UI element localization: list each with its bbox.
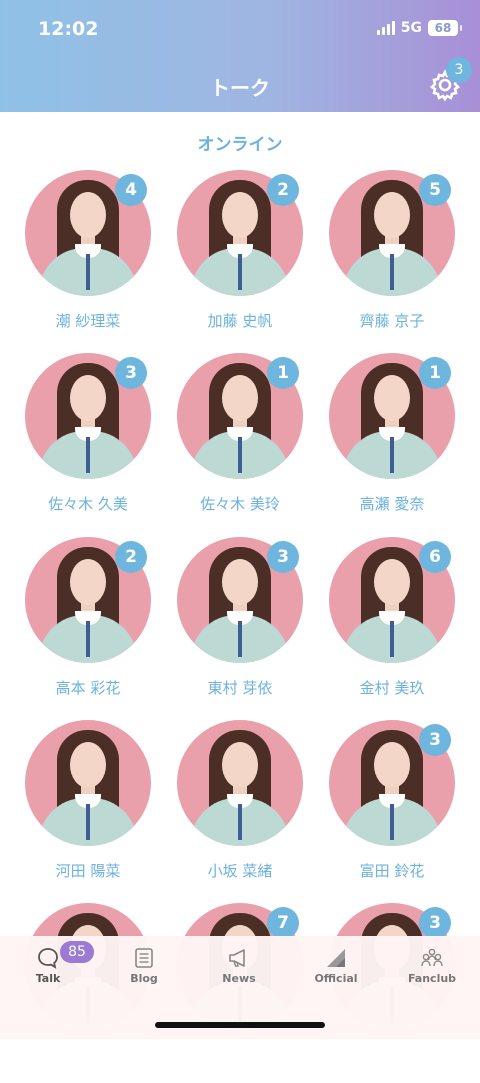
member-item[interactable]: 河田 陽菜 [12, 720, 164, 900]
app-header: 12:02 5G 68 トーク [0, 0, 480, 112]
tab-label: Talk [35, 972, 61, 985]
member-name: 河田 陽菜 [55, 862, 121, 880]
member-name: 齊藤 京子 [359, 312, 425, 330]
member-name: 小坂 菜緒 [207, 862, 273, 880]
people-group-icon [421, 948, 443, 967]
member-item[interactable]: 3 佐々木 久美 [12, 353, 164, 533]
member-name: 金村 美玖 [359, 679, 425, 697]
member-name: 加藤 史帆 [207, 312, 273, 330]
member-avatar [25, 720, 151, 846]
member-avatar [177, 720, 303, 846]
unread-badge: 2 [115, 541, 147, 573]
unread-badge: 1 [419, 357, 451, 389]
tab-news[interactable]: News [199, 936, 279, 996]
member-name: 高瀬 愛奈 [359, 495, 425, 513]
page-title: トーク [210, 76, 270, 100]
tab-label: Blog [130, 972, 158, 985]
tab-fanclub[interactable]: Fanclub [392, 936, 472, 996]
member-item[interactable]: 1 高瀬 愛奈 [316, 353, 468, 533]
member-name: 富田 鈴花 [359, 862, 425, 880]
unread-badge: 1 [267, 357, 299, 389]
tab-label: Fanclub [407, 972, 457, 985]
unread-badge: 3 [419, 724, 451, 756]
home-indicator[interactable] [155, 1022, 325, 1028]
tab-blog[interactable]: Blog [104, 936, 184, 996]
unread-badge: 7 [267, 907, 299, 939]
settings-badge: 3 [446, 57, 472, 83]
member-item[interactable]: 2 高本 彩花 [12, 537, 164, 717]
unread-badge: 2 [267, 174, 299, 206]
tab-label: Official [314, 972, 358, 985]
section-title-online: オンライン [197, 135, 283, 155]
member-item[interactable]: 2 加藤 史帆 [164, 170, 316, 350]
triangle-logo-icon [327, 949, 345, 967]
signal-icon [376, 21, 395, 35]
member-name: 佐々木 久美 [48, 495, 128, 513]
talk-unread-badge: 85 [60, 941, 94, 963]
megaphone-icon [229, 949, 245, 967]
member-item[interactable]: 3 東村 芽依 [164, 537, 316, 717]
network-label: 5G [400, 20, 422, 36]
unread-badge: 3 [419, 907, 451, 939]
tab-official[interactable]: Official [296, 936, 376, 996]
member-name: 潮 紗理菜 [55, 312, 121, 330]
unread-badge: 5 [419, 174, 451, 206]
member-item[interactable]: 1 佐々木 美玲 [164, 353, 316, 533]
unread-badge: 3 [267, 541, 299, 573]
speech-bubble-icon [38, 948, 58, 969]
member-name: 佐々木 美玲 [200, 495, 280, 513]
unread-badge: 4 [115, 174, 147, 206]
battery-icon: 68 [428, 20, 462, 36]
member-item[interactable]: 3 富田 鈴花 [316, 720, 468, 900]
status-time: 12:02 [38, 18, 99, 40]
member-item[interactable]: 小坂 菜緒 [164, 720, 316, 900]
member-name: 高本 彩花 [55, 679, 121, 697]
member-item[interactable]: 5 齊藤 京子 [316, 170, 468, 350]
tab-label: News [222, 972, 256, 985]
unread-badge: 6 [419, 541, 451, 573]
status-indicators: 5G 68 [376, 20, 462, 36]
member-item[interactable]: 6 金村 美玖 [316, 537, 468, 717]
unread-badge: 3 [115, 357, 147, 389]
member-name: 東村 芽依 [207, 679, 273, 697]
member-item[interactable]: 4 潮 紗理菜 [12, 170, 164, 350]
document-icon [135, 948, 153, 968]
